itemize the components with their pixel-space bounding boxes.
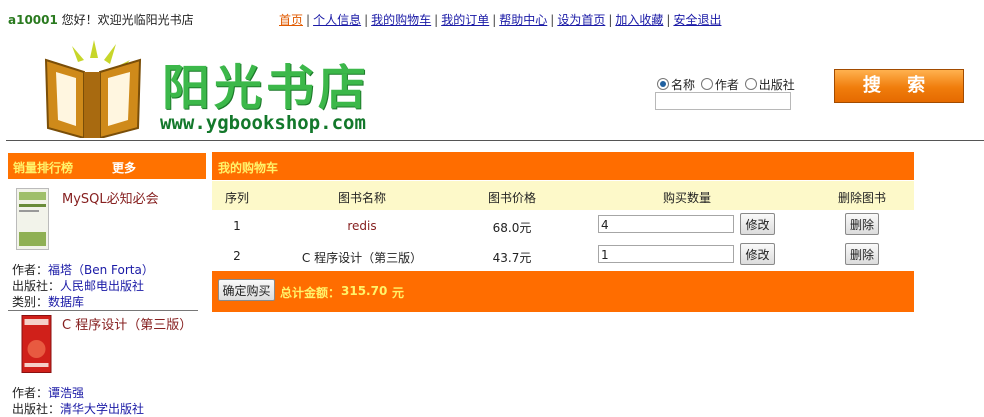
header-divider bbox=[6, 140, 984, 141]
nav-home-link[interactable]: 首页 bbox=[279, 13, 303, 27]
book-name: C 程序设计（第三版） bbox=[301, 251, 423, 265]
quantity-input[interactable]: 4 bbox=[598, 215, 734, 233]
delete-button[interactable]: 删除 bbox=[845, 213, 879, 235]
category-link[interactable]: 数据库 bbox=[48, 295, 84, 309]
nav-logout-link[interactable]: 安全退出 bbox=[673, 13, 721, 27]
nav-add-favorite-link[interactable]: 加入收藏 bbox=[615, 13, 663, 27]
cart-column-headers: 序列 图书名称 图书价格 购买数量 删除图书 bbox=[212, 181, 914, 210]
confirm-purchase-button[interactable]: 确定购买 bbox=[218, 279, 275, 301]
bestseller-item: C 程序设计（第三版） 作者：谭浩强 出版社：清华大学出版社 bbox=[8, 313, 198, 416]
author-link[interactable]: 福塔（Ben Forta） bbox=[48, 263, 154, 277]
author-link[interactable]: 谭浩强 bbox=[48, 386, 84, 400]
cart-title: 我的购物车 bbox=[218, 161, 279, 175]
nav-help-link[interactable]: 帮助中心 bbox=[499, 13, 547, 27]
search-button[interactable]: 搜 索 bbox=[834, 69, 964, 103]
radio-icon[interactable] bbox=[744, 78, 757, 90]
column-header: 图书名称 bbox=[337, 191, 386, 205]
row-index: 1 bbox=[233, 219, 241, 233]
total-amount: 315.70 bbox=[341, 284, 388, 298]
more-link[interactable]: 更多 bbox=[112, 159, 136, 176]
sidebar-divider bbox=[8, 310, 198, 311]
delete-button[interactable]: 删除 bbox=[845, 243, 879, 265]
nav-cart-link[interactable]: 我的购物车 bbox=[371, 13, 431, 27]
search-option-publisher[interactable]: 出版社 bbox=[744, 78, 795, 92]
publisher-link[interactable]: 人民邮电出版社 bbox=[60, 279, 144, 293]
column-header: 序列 bbox=[224, 191, 249, 205]
column-header: 图书价格 bbox=[487, 191, 536, 205]
welcome-message: a10001 您好！欢迎光临阳光书店 bbox=[8, 11, 194, 28]
nav-profile-link[interactable]: 个人信息 bbox=[313, 13, 361, 27]
book-author: 作者：福塔（Ben Forta） bbox=[12, 263, 154, 277]
book-category: 类别：数据库 bbox=[12, 295, 85, 309]
nav-set-homepage-link[interactable]: 设为首页 bbox=[557, 13, 605, 27]
publisher-link[interactable]: 清华大学出版社 bbox=[60, 402, 144, 416]
modify-button[interactable]: 修改 bbox=[740, 243, 775, 265]
search-option-author[interactable]: 作者 bbox=[700, 78, 739, 92]
total-unit: 元 bbox=[392, 286, 405, 300]
book-title-link[interactable]: MySQL必知必会 bbox=[62, 188, 159, 207]
book-logo-icon bbox=[44, 40, 142, 138]
user-id: a10001 bbox=[8, 13, 58, 27]
top-nav: 首页 | 个人信息 | 我的购物车 | 我的订单 | 帮助中心 | 设为首页 | 加入收藏 | 安全退出 bbox=[279, 13, 722, 27]
top-bar: a10001 您好！欢迎光临阳光书店 首页 | 个人信息 | 我的购物车 | 我的订单 | 帮助… bbox=[0, 0, 984, 30]
column-header: 购买数量 bbox=[662, 191, 711, 205]
row-index: 2 bbox=[233, 249, 241, 263]
quantity-input[interactable]: 1 bbox=[598, 245, 734, 263]
cart-row: 2 C 程序设计（第三版） 43.7元 1 修改 删除 bbox=[212, 241, 914, 271]
logo-title: 阳光书店 bbox=[162, 60, 371, 116]
search-input[interactable] bbox=[655, 92, 791, 110]
modify-button[interactable]: 修改 bbox=[740, 213, 775, 235]
book-cover-image[interactable] bbox=[16, 188, 49, 250]
radio-icon[interactable] bbox=[700, 78, 713, 90]
book-publisher: 出版社：清华大学出版社 bbox=[12, 402, 145, 416]
logo-url: www.ygbookshop.com bbox=[160, 112, 366, 134]
radio-icon[interactable] bbox=[657, 78, 669, 90]
search-type-options: 名称 作者 出版社 bbox=[657, 76, 797, 93]
site-logo[interactable]: 阳光书店 www.ygbookshop.com bbox=[44, 38, 424, 138]
total-label: 总计金额： bbox=[280, 286, 341, 300]
bestseller-title: 销量排行榜 bbox=[13, 161, 74, 175]
cart-footer: 确定购买 总计金额： 315.70 元 bbox=[212, 271, 914, 312]
book-cover-image[interactable] bbox=[20, 315, 53, 373]
search-option-name[interactable]: 名称 bbox=[657, 78, 695, 92]
book-title-link[interactable]: C 程序设计（第三版） bbox=[62, 314, 192, 333]
book-price: 68.0元 bbox=[492, 221, 532, 235]
bestseller-header: 销量排行榜 更多 bbox=[8, 153, 206, 179]
column-header: 删除图书 bbox=[837, 191, 886, 205]
book-name: redis bbox=[347, 219, 377, 233]
bestseller-item: MySQL必知必会 作者：福塔（Ben Forta） 出版社：人民邮电出版社 类… bbox=[8, 188, 198, 309]
book-publisher: 出版社：人民邮电出版社 bbox=[12, 279, 145, 293]
cart-row: 1 redis 68.0元 4 修改 删除 bbox=[212, 211, 914, 241]
greeting-text: 您好！欢迎光临阳光书店 bbox=[57, 13, 194, 27]
nav-orders-link[interactable]: 我的订单 bbox=[441, 13, 489, 27]
book-author: 作者：谭浩强 bbox=[12, 386, 85, 400]
cart-header: 我的购物车 bbox=[212, 152, 914, 180]
book-price: 43.7元 bbox=[492, 251, 532, 265]
